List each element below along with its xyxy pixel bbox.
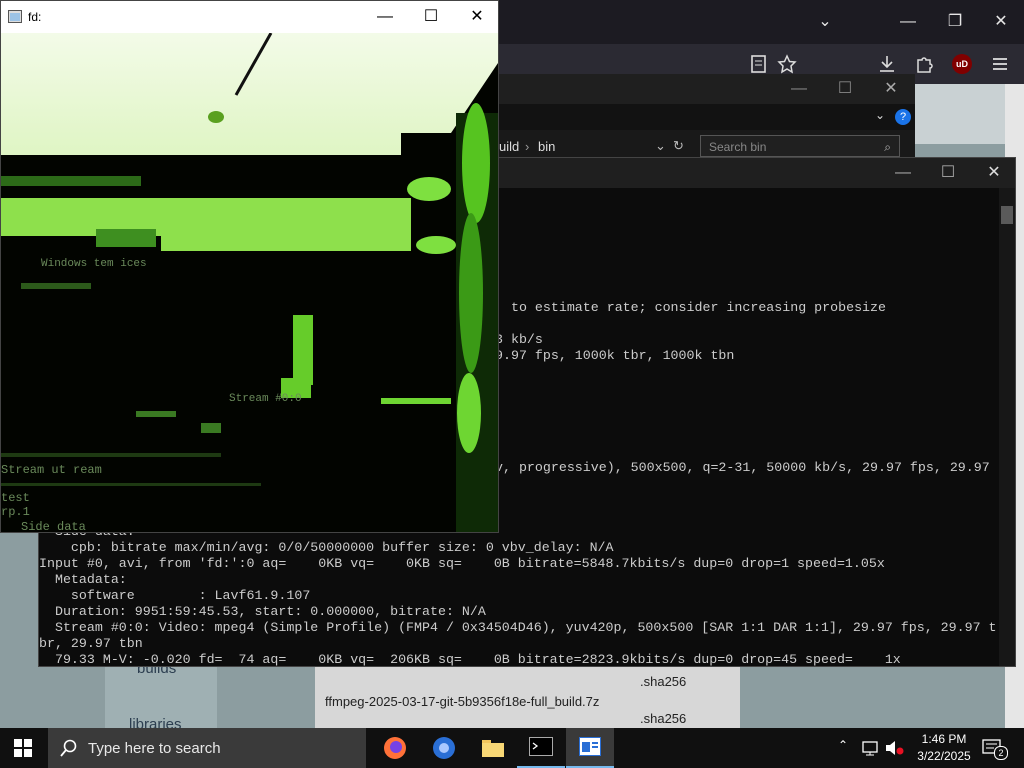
search-icon	[60, 739, 77, 757]
console-line: br, 29.97 tbn	[39, 636, 143, 651]
taskbar: Type here to search ⌃ 1:46 PM 3/22/2025 …	[0, 728, 1024, 768]
folder-icon	[482, 740, 504, 757]
network-icon[interactable]	[862, 740, 880, 756]
video-text: Side data	[21, 520, 86, 533]
console-line: Input #0, avi, from 'fd:':0 aq= 0KB vq= …	[39, 556, 885, 571]
console-line: to estimate rate; consider increasing pr…	[495, 300, 886, 315]
file-explorer-window: — ☐ ✕ ⌄ ? uild › bin ⌄ ↻ Search bin ⌕	[495, 74, 915, 164]
taskbar-search-box[interactable]: Type here to search	[48, 728, 366, 768]
dropdown-icon[interactable]: ⌄	[655, 138, 666, 154]
console-scrollbar[interactable]	[999, 188, 1015, 666]
windows-start-icon[interactable]	[14, 739, 32, 757]
clock-time[interactable]: 1:46 PM	[912, 732, 976, 746]
fd-video-window: fd: — ☐ ✕ Windows tem ices Stream ut rea…	[0, 0, 499, 533]
notifications-button[interactable]: 2	[982, 738, 1008, 760]
video-text: rp.1	[1, 505, 30, 519]
terminal-taskbar-button[interactable]	[517, 728, 565, 768]
console-line: 3 kb/s	[495, 332, 543, 347]
chevron-up-icon[interactable]: ⌃	[838, 738, 848, 752]
firefox-taskbar-button[interactable]	[371, 728, 419, 768]
console-line: Duration: 9951:59:45.53, start: 0.000000…	[39, 604, 486, 619]
file-list: .sha256 ffmpeg-2025-03-17-git-5b9356f18e…	[315, 660, 740, 728]
console-line: Metadata:	[39, 572, 127, 587]
app-window-icon	[8, 10, 22, 23]
video-text: Windows tem ices	[41, 258, 147, 270]
clock-date[interactable]: 3/22/2025	[912, 749, 976, 763]
video-text: Stream #0:0	[229, 393, 302, 405]
video-text: test	[1, 491, 30, 505]
ublock-icon[interactable]: uD	[952, 54, 972, 74]
console-scrollbar-thumb[interactable]	[1001, 206, 1013, 224]
browser-close-button[interactable]: ✕	[981, 2, 1021, 42]
console-close-button[interactable]: ✕	[974, 153, 1014, 193]
console-line: v, progressive), 500x500, q=2-31, 50000 …	[495, 460, 990, 475]
chrome-taskbar-button[interactable]	[420, 728, 468, 768]
chevron-down-icon[interactable]: ⌄	[805, 2, 845, 42]
refresh-icon[interactable]: ↻	[673, 138, 684, 154]
explorer-title-bar: — ☐ ✕	[495, 74, 915, 104]
console-line: cpb: bitrate max/min/avg: 0/0/50000000 b…	[39, 540, 614, 555]
fd-title-bar: fd: — ☐ ✕	[1, 1, 498, 33]
fd-minimize-button[interactable]: —	[365, 1, 405, 37]
taskbar-search-placeholder: Type here to search	[88, 740, 221, 757]
video-frame: Windows tem ices Stream ut ream Stream #…	[1, 33, 498, 533]
help-icon[interactable]: ?	[895, 109, 911, 125]
console-line: 79.33 M-V: -0.020 fd= 74 aq= 0KB vq= 206…	[39, 652, 901, 667]
video-feedback-graphic	[1, 33, 498, 532]
fd-window-title: fd:	[28, 10, 42, 24]
browser-minimize-button[interactable]: —	[888, 2, 928, 42]
browser-maximize-button[interactable]: ❐	[935, 2, 975, 42]
file-explorer-taskbar-button[interactable]	[469, 728, 517, 768]
video-app-taskbar-button[interactable]	[566, 728, 614, 768]
file-ext[interactable]: .sha256	[640, 674, 686, 689]
search-placeholder: Search bin	[709, 140, 767, 154]
video-text: Stream ut ream	[1, 463, 102, 477]
notification-badge: 2	[994, 746, 1008, 760]
file-ext[interactable]: .sha256	[640, 711, 686, 726]
console-line: software : Lavf61.9.107	[39, 588, 311, 603]
breadcrumb-item[interactable]: uild	[499, 139, 519, 154]
breadcrumb-separator-icon: ›	[525, 139, 530, 154]
explorer-search-input[interactable]: Search bin ⌕	[700, 135, 900, 157]
fd-close-button[interactable]: ✕	[457, 1, 497, 37]
browser-icon	[433, 737, 455, 759]
webpage-block	[915, 84, 1007, 144]
reader-icon[interactable]	[750, 55, 768, 73]
explorer-close-button[interactable]: ✕	[871, 69, 911, 109]
firefox-icon	[384, 737, 406, 759]
chevron-down-icon[interactable]: ⌄	[875, 108, 885, 122]
terminal-icon	[529, 737, 553, 756]
extensions-icon[interactable]	[914, 54, 934, 74]
breadcrumb-item[interactable]: bin	[538, 139, 555, 154]
fd-maximize-button[interactable]: ☐	[411, 1, 451, 37]
explorer-minimize-button[interactable]: —	[779, 69, 819, 109]
explorer-ribbon: ⌄ ?	[495, 104, 915, 130]
console-line: 9.97 fps, 1000k tbr, 1000k tbn	[495, 348, 735, 363]
console-maximize-button[interactable]: ☐	[928, 153, 968, 193]
console-line: Stream #0:0: Video: mpeg4 (Simple Profil…	[39, 620, 997, 635]
console-minimize-button[interactable]: —	[883, 153, 923, 193]
app-window-icon	[579, 737, 601, 756]
volume-muted-icon[interactable]	[885, 740, 905, 756]
file-name[interactable]: ffmpeg-2025-03-17-git-5b9356f18e-full_bu…	[325, 694, 599, 709]
explorer-maximize-button[interactable]: ☐	[825, 69, 865, 109]
menu-icon[interactable]	[990, 55, 1010, 73]
